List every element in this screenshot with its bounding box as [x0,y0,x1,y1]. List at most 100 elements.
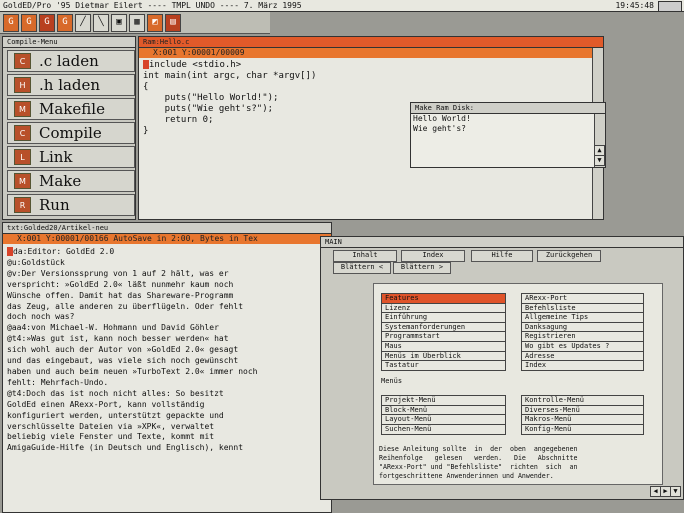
compile-menu-button[interactable]: M Makefile [7,98,135,120]
text-line-content: konfiguriert werden, unterstützt gepackt… [7,410,224,420]
text-line-content: @v:Der Versionssprung von 1 auf 2 hält, … [7,268,229,278]
code-line: int main(int argc, char *argv[]) [143,71,583,82]
guide-description-line: fortgeschrittene Anwenderinnen und Anwen… [379,472,554,480]
diagonal-icon[interactable]: ◩ [147,13,163,32]
make-shell-output: Hello World! Wie geht's? [413,114,593,164]
text-line: und das eingebaut, was viele sich noch g… [7,356,329,367]
text-line: AmigaGuide-Hilfe (in Deutsch und Englisc… [7,443,329,454]
text-line-content: @t4:Doch das ist noch nicht alles: So be… [7,388,224,398]
text-line-content: haben und auch beim neuen »TurboText 2.0… [7,366,258,376]
guide-menu-link[interactable]: Konfig-Menü [521,423,644,435]
make-shell-titlebar[interactable]: Make Ram Disk: [411,103,605,114]
code-line-text: include <stdio.h> [149,60,242,70]
r-icon: R [14,197,31,213]
guide-browse-button[interactable]: Blättern > [393,262,451,274]
text-line: @v:Der Versionssprung von 1 auf 2 hält, … [7,269,329,280]
text-line: verspricht: »GoldEd 2.0« läßt nunmehr ka… [7,280,329,291]
compile-menu-button-label: .c laden [39,52,99,70]
article-editor-status: X:001 Y:00001/00166 AutoSave in 2:00, By… [17,234,258,243]
compile-menu-button[interactable]: C Compile [7,122,135,144]
toolbar: G G G G ╱ ╲ ▣ ▦ ◩ ▤ [0,12,270,34]
text-line-content: und das eingebaut, was viele sich noch g… [7,356,239,366]
guide-description-line: Reihenfolge gelesen werden. Die Abschnit… [379,454,578,462]
box-icon[interactable]: ▣ [111,13,127,32]
bars-icon[interactable]: ╱ [75,13,91,32]
text-line: @u:Goldstück [7,258,329,269]
article-editor-text[interactable]: da:Editor: GoldEd 2.0 @u:Goldstück @v:Der … [7,247,329,512]
compile-menu-button-label: Link [39,148,73,166]
screen-depth-gadget[interactable] [658,1,682,12]
make-shell-title: Make Ram Disk: [415,104,475,112]
g-icon[interactable]: G [21,13,37,32]
shell-output-line: Hello World! [413,114,471,123]
make-icon: M [14,101,31,117]
code-line-text: puts("Hello World!"); [143,93,279,103]
hello-editor-title: Ram:Hello.c [143,38,190,46]
code-line-text: return 0; [143,115,214,125]
menus-label: Menüs [381,377,403,385]
shell-output-line: Wie geht's? [413,124,466,133]
text-line-content: sich wohl auch der Autor von »GoldEd 2.0… [7,345,239,355]
compile-menu-button-label: Make [39,172,82,190]
main-guide-titlebar[interactable]: MAIN [321,237,683,248]
g-icon[interactable]: G [39,13,55,32]
guide-link[interactable]: Index [521,360,644,372]
code-line: include <stdio.h> [143,60,583,71]
grid-icon[interactable]: ▦ [129,13,145,32]
code-line-text: int main(int argc, char *argv[]) [143,71,317,81]
text-line: fehlt: Mehrfach-Undo. [7,378,329,389]
text-line-content: da:Editor: GoldEd 2.0 [13,247,115,256]
compile-menu-button-label: Makefile [39,100,105,118]
code-line-text: { [143,82,149,92]
guide-link[interactable]: Tastatur [381,360,506,372]
compile-menu-button-label: Run [39,196,70,214]
bars-icon[interactable]: ╲ [93,13,109,32]
text-line: GoldEd einen ARexx-Port, kann vollständi… [7,400,329,411]
compile-icon: C [14,125,31,141]
compile-menu-button[interactable]: L Link [7,146,135,168]
text-line-content: das Zeug, alle anderen zu überflügeln. O… [7,301,244,311]
g-icon[interactable]: G [3,13,19,32]
guide-browse-button[interactable]: Blättern < [333,262,391,274]
text-line: @t4:Doch das ist noch nicht alles: So be… [7,389,329,400]
clock: 19:45:48 [615,1,654,10]
text-line: beliebig viele Fenster und Texte, kommt … [7,432,329,443]
text-line-content: @u:Goldstück [7,257,65,267]
code-line: { [143,82,583,93]
text-line: @aa4:von Michael-W. Hohmann und David Gö… [7,323,329,334]
article-editor-window: txt:Golded20/Artikel-neu X:001 Y:00001/0… [2,222,332,513]
g-icon[interactable]: G [57,13,73,32]
compile-menu-button[interactable]: M Make [7,170,135,192]
guide-description-line: Diese Anleitung sollte in der oben angeg… [379,445,578,453]
compile-menu-button[interactable]: H .h laden [7,74,135,96]
text-line: doch noch was? [7,312,329,323]
guide-menu-link[interactable]: Suchen-Menü [381,423,506,435]
text-line: verschlüsselte Dateien via »XPK«, verwal… [7,422,329,433]
text-line-content: @t4:»Was gut ist, kann noch besser werde… [7,334,229,344]
text-line: da:Editor: GoldEd 2.0 [7,247,329,258]
text-line: Wünsche offen. Damit hat das Shareware-P… [7,291,329,302]
guide-nav-button[interactable]: Hilfe [471,250,533,262]
screen-title: GoldED/Pro '95 Dietmar Eilert ---- TMPL … [3,1,302,10]
main-guide-window: MAIN Inhalt Index Hilfe Zurückgehen Blättern… [320,236,684,500]
hello-editor-titlebar[interactable]: Ram:Hello.c [139,37,603,48]
compile-menu-button[interactable]: C .c laden [7,50,135,72]
guide-nav-button[interactable]: Index [401,250,465,262]
text-line: @t4:»Was gut ist, kann noch besser werde… [7,334,329,345]
compile-menu-titlebar[interactable]: Compile-Menu [3,37,135,48]
text-line-content: doch noch was? [7,312,75,322]
compile-menu-button[interactable]: R Run [7,194,135,216]
scroll-down-icon[interactable]: ▼ [594,155,605,166]
text-line-content: AmigaGuide-Hilfe (in Deutsch und Englisc… [7,443,244,453]
make-shell-window: Make Ram Disk: Hello World! Wie geht's? ▲… [410,102,606,168]
page-icon[interactable]: ▤ [165,13,181,32]
text-line-content: verspricht: »GoldEd 2.0« läßt nunmehr ka… [7,279,234,289]
text-line-content: fehlt: Mehrfach-Undo. [7,377,109,387]
compile-menu-window: Compile-Menu C .c laden H .h laden M Makefile… [2,36,136,220]
guide-nav-button[interactable]: Inhalt [333,250,397,262]
scroll-down-icon[interactable]: ▼ [670,486,681,497]
text-line-content: @aa4:von Michael-W. Hohmann und David Gö… [7,323,219,333]
article-editor-titlebar[interactable]: txt:Golded20/Artikel-neu [3,223,331,234]
text-line-content: GoldEd einen ARexx-Port, kann vollständi… [7,399,205,409]
guide-nav-button[interactable]: Zurückgehen [537,250,601,262]
